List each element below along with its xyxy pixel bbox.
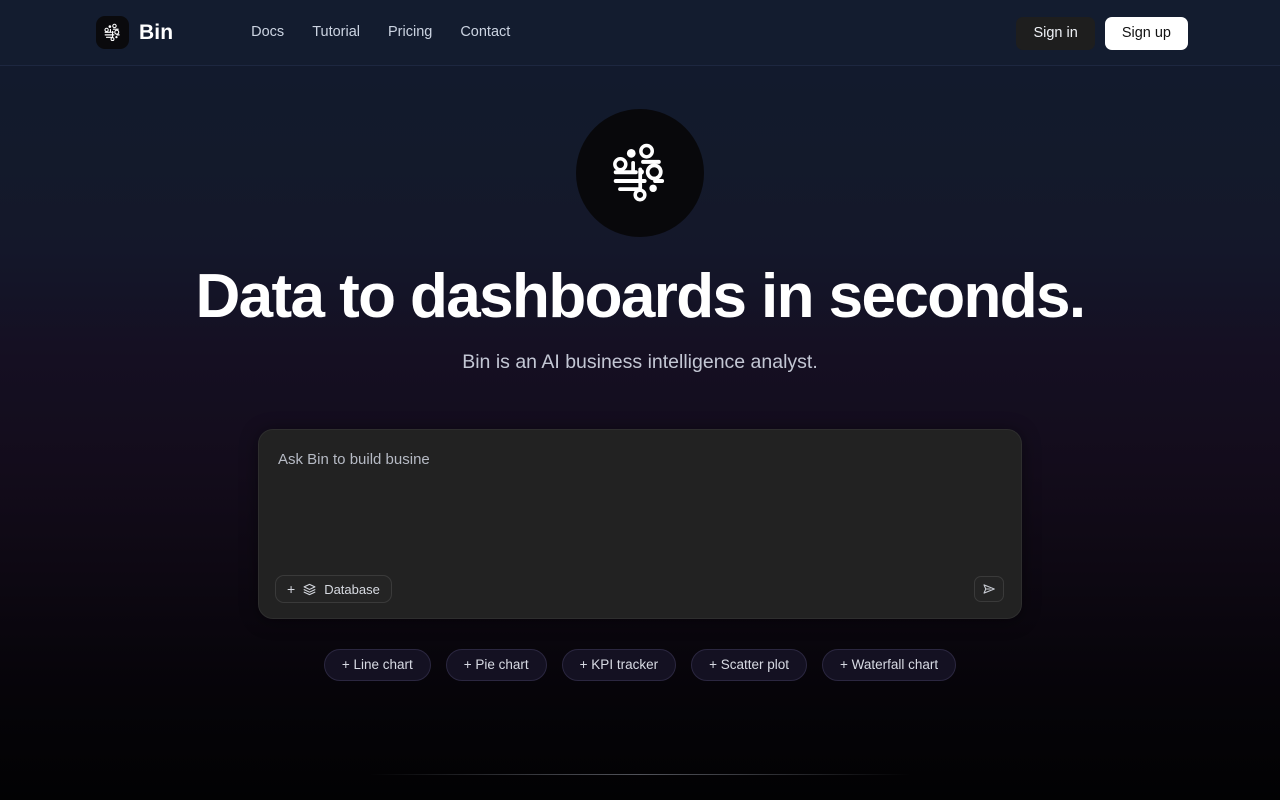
main-nav: Docs Tutorial Pricing Contact xyxy=(237,19,524,46)
nav-item-docs[interactable]: Docs xyxy=(237,19,298,46)
add-database-source-button[interactable]: + Database xyxy=(275,575,392,603)
suggestion-chip-kpi-tracker[interactable]: + KPI tracker xyxy=(561,649,677,681)
nav-item-pricing[interactable]: Pricing xyxy=(374,19,446,46)
database-layers-icon xyxy=(303,583,316,596)
suggestion-chip-line-chart[interactable]: + Line chart xyxy=(323,649,431,681)
send-paper-plane-icon xyxy=(982,582,996,596)
bin-data-circuit-logo-icon xyxy=(96,16,129,49)
prompt-input-placeholder[interactable]: Ask Bin to build busine xyxy=(278,451,430,468)
brand[interactable]: Bin xyxy=(96,16,173,49)
suggestion-chip-pie-chart[interactable]: + Pie chart xyxy=(445,649,547,681)
section-divider xyxy=(370,774,910,775)
plus-icon: + xyxy=(287,581,296,597)
sign-up-button[interactable]: Sign up xyxy=(1104,17,1188,50)
bin-data-circuit-logo-icon xyxy=(605,138,675,208)
sign-in-button[interactable]: Sign in xyxy=(1016,17,1095,50)
nav-item-tutorial[interactable]: Tutorial xyxy=(298,19,374,46)
suggestion-chips: + Line chart + Pie chart + KPI tracker +… xyxy=(0,649,1280,681)
brand-name: Bin xyxy=(139,20,174,44)
nav-item-contact[interactable]: Contact xyxy=(446,19,524,46)
landing-page: Bin Docs Tutorial Pricing Contact Sign i… xyxy=(0,0,1280,800)
site-header: Bin Docs Tutorial Pricing Contact Sign i… xyxy=(0,0,1280,66)
database-label: Database xyxy=(324,581,380,597)
header-actions: Sign in Sign up xyxy=(1016,17,1188,50)
page-title: Data to dashboards in seconds. xyxy=(195,262,1086,331)
hero-logo xyxy=(576,109,704,237)
page-subtitle: Bin is an AI business intelligence analy… xyxy=(462,351,818,374)
suggestion-chip-scatter-plot[interactable]: + Scatter plot xyxy=(691,649,807,681)
send-button[interactable] xyxy=(974,576,1004,602)
hero-section: Data to dashboards in seconds. Bin is an… xyxy=(0,66,1280,374)
suggestion-chip-waterfall-chart[interactable]: + Waterfall chart xyxy=(822,649,957,681)
composer-toolbar: + Database xyxy=(259,560,1021,618)
prompt-composer[interactable]: Ask Bin to build busine + Database xyxy=(258,429,1022,619)
